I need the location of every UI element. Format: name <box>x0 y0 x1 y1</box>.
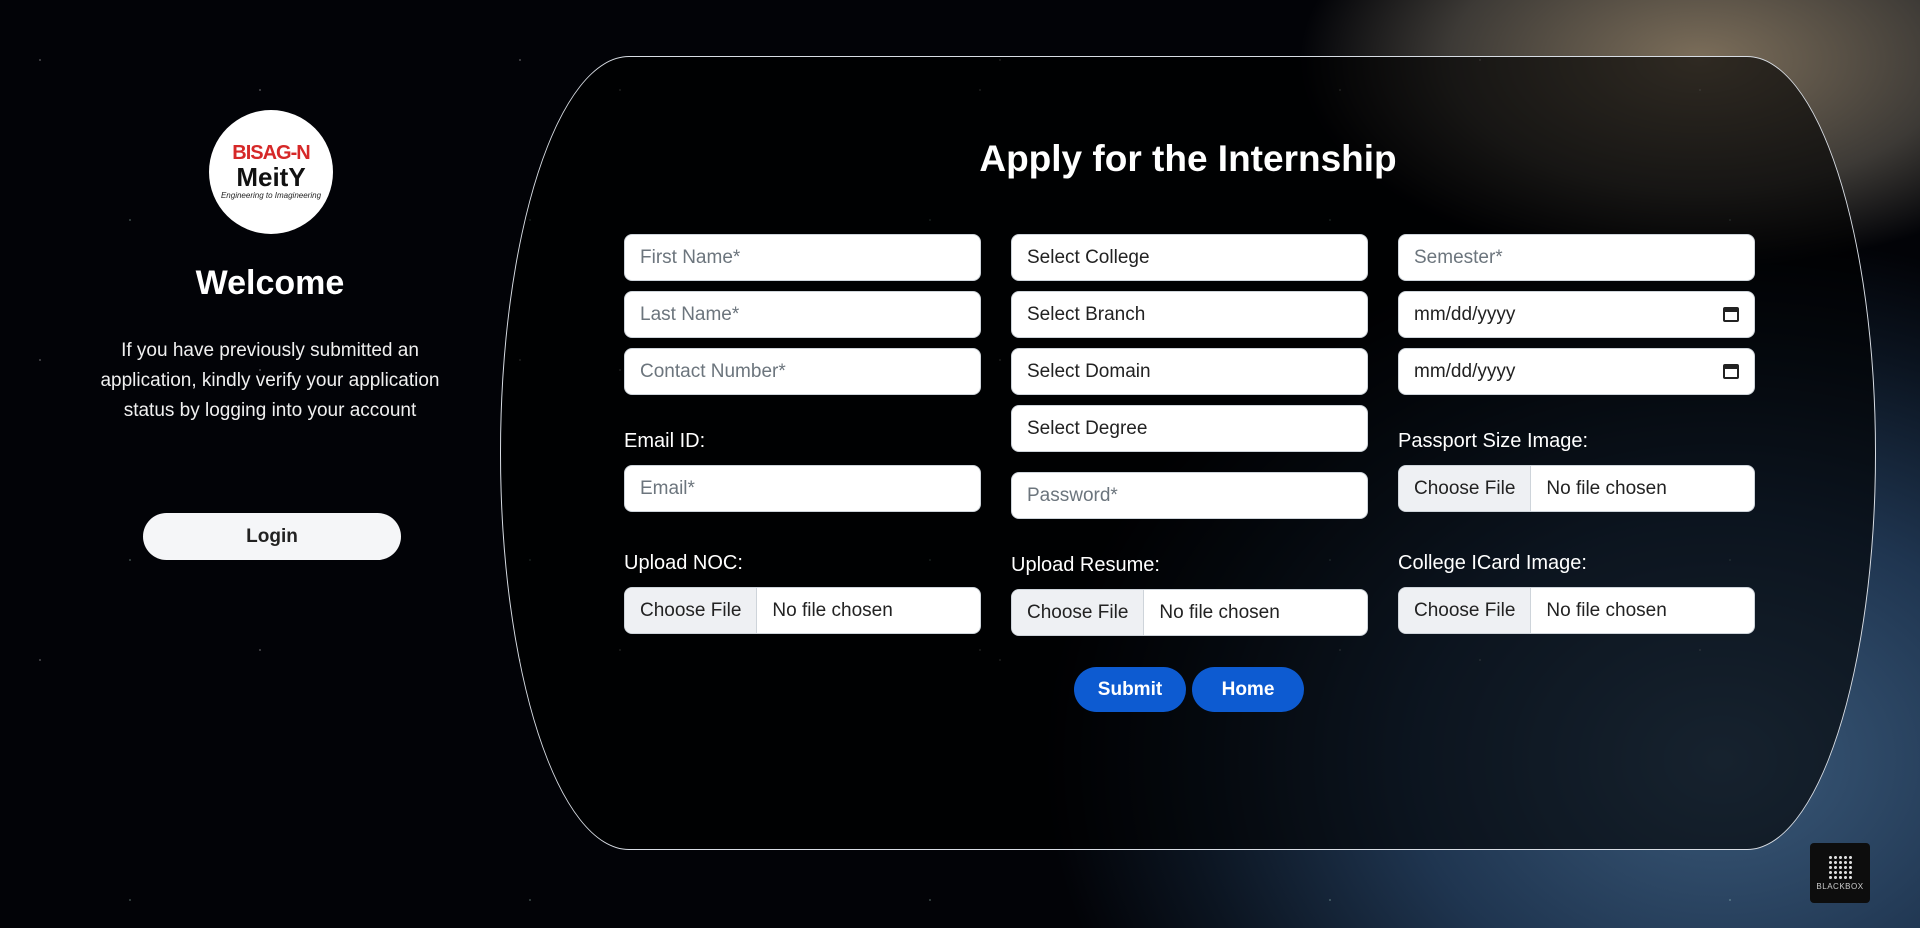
degree-select[interactable]: Select Degree <box>1011 405 1368 452</box>
passport-choose-file-button[interactable]: Choose File <box>1399 466 1532 511</box>
logo-line3: Engineering to Imagineering <box>220 191 322 200</box>
password-input[interactable]: Password* <box>1011 472 1368 519</box>
resume-file-input[interactable]: Choose File No file chosen <box>1011 589 1368 636</box>
domain-select[interactable]: Select Domain <box>1011 348 1368 395</box>
login-button[interactable]: Login <box>143 513 401 560</box>
blackbox-badge-text: BLACKBOX <box>1816 882 1864 891</box>
first-name-input[interactable]: First Name* <box>624 234 981 281</box>
start-date-input[interactable]: mm/dd/yyyy <box>1398 291 1755 338</box>
logo-line2: MeitY <box>236 162 306 192</box>
end-date-input[interactable]: mm/dd/yyyy <box>1398 348 1755 395</box>
icard-image-file-input[interactable]: Choose File No file chosen <box>1398 587 1755 634</box>
email-label: Email ID: <box>624 430 706 452</box>
noc-label: Upload NOC: <box>624 552 743 574</box>
noc-file-input[interactable]: Choose File No file chosen <box>624 587 981 634</box>
welcome-info-text: If you have previously submitted an appl… <box>100 340 440 421</box>
passport-image-label: Passport Size Image: <box>1398 430 1589 452</box>
form-title: Apply for the Internship <box>979 138 1397 179</box>
noc-choose-file-button[interactable]: Choose File <box>625 588 758 633</box>
start-date-text: mm/dd/yyyy <box>1414 303 1516 325</box>
college-select[interactable]: Select College <box>1011 234 1368 281</box>
passport-file-status: No file chosen <box>1546 477 1667 499</box>
icard-file-status: No file chosen <box>1546 599 1667 621</box>
icard-image-label: College ICard Image: <box>1398 552 1587 574</box>
email-input[interactable]: Email* <box>624 465 981 512</box>
contact-number-input[interactable]: Contact Number* <box>624 348 981 395</box>
logo-line1: BISAG-N <box>232 142 310 164</box>
blackbox-logo-icon <box>1828 855 1852 879</box>
welcome-heading: Welcome <box>195 264 345 302</box>
passport-image-file-input[interactable]: Choose File No file chosen <box>1398 465 1755 512</box>
welcome-panel: BISAG-N MeitY Engineering to Imagineerin… <box>0 0 540 928</box>
blackbox-badge[interactable]: BLACKBOX <box>1810 843 1870 903</box>
end-date-text: mm/dd/yyyy <box>1414 360 1516 382</box>
home-button[interactable]: Home <box>1192 667 1304 712</box>
submit-button[interactable]: Submit <box>1074 667 1186 712</box>
calendar-icon[interactable] <box>1723 364 1739 379</box>
calendar-icon[interactable] <box>1723 307 1739 322</box>
last-name-input[interactable]: Last Name* <box>624 291 981 338</box>
branch-select[interactable]: Select Branch <box>1011 291 1368 338</box>
resume-file-status: No file chosen <box>1159 601 1280 623</box>
semester-input[interactable]: Semester* <box>1398 234 1755 281</box>
resume-label: Upload Resume: <box>1011 554 1160 576</box>
icard-choose-file-button[interactable]: Choose File <box>1399 588 1532 633</box>
bisag-logo: BISAG-N MeitY Engineering to Imagineerin… <box>209 110 333 234</box>
resume-choose-file-button[interactable]: Choose File <box>1012 590 1145 635</box>
noc-file-status: No file chosen <box>772 599 893 621</box>
